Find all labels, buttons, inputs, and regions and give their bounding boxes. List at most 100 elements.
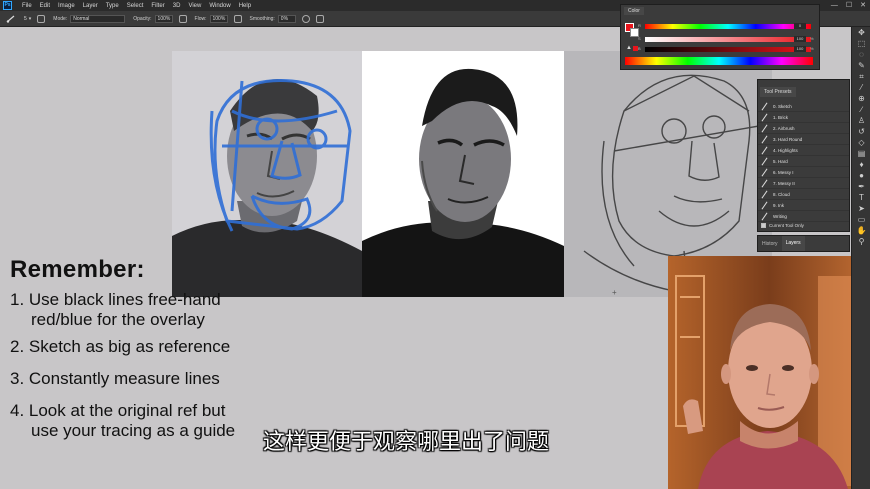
- note-line: 1. Use black lines free-hand: [10, 290, 221, 309]
- healing-icon[interactable]: ⊕: [852, 93, 870, 104]
- brush-icon: [761, 191, 768, 198]
- note-line-continued: red/blue for the overlay: [31, 310, 205, 329]
- mode-option: Mode: Normal: [53, 14, 126, 23]
- brush-icon: [761, 114, 768, 121]
- hue-value[interactable]: 0: [794, 23, 806, 29]
- preset-item[interactable]: 9. Ink: [758, 200, 849, 211]
- preset-item[interactable]: 4. Highlights: [758, 145, 849, 156]
- flow-label: Flow:: [194, 15, 207, 22]
- brush-icon: [761, 202, 768, 209]
- brightness-value[interactable]: 100: [794, 46, 806, 52]
- tab-layers[interactable]: Layers: [781, 236, 805, 251]
- move-icon[interactable]: ✥: [852, 27, 870, 38]
- menu-type[interactable]: Type: [102, 3, 123, 9]
- menu-layer[interactable]: Layer: [79, 3, 102, 9]
- maximize-button[interactable]: ☐: [846, 0, 852, 11]
- preset-item[interactable]: 6. Messy I: [758, 167, 849, 178]
- tab-history[interactable]: History: [758, 241, 782, 247]
- current-tool-only-label: Current Tool Only: [769, 223, 804, 228]
- type-icon[interactable]: T: [852, 192, 870, 203]
- notes-title: Remember:: [10, 256, 145, 283]
- warning-icon: ▲: [626, 45, 632, 51]
- hue-slider[interactable]: [645, 24, 811, 29]
- preset-label: 5. Hard: [773, 158, 788, 164]
- red-slider-label: R: [638, 23, 641, 28]
- window-controls: — ☐ ✕: [831, 0, 866, 11]
- menu-select[interactable]: Select: [123, 3, 148, 9]
- brush-icon: [761, 169, 768, 176]
- preset-item[interactable]: Writing: [758, 211, 849, 222]
- eyedropper-icon[interactable]: ⁄: [852, 82, 870, 93]
- gear-icon[interactable]: [301, 14, 310, 23]
- lasso-icon[interactable]: ◌: [852, 49, 870, 60]
- tool-presets-tab[interactable]: Tool Presets: [760, 87, 796, 97]
- current-tool-only-checkbox[interactable]: Current Tool Only: [761, 223, 804, 228]
- preset-item[interactable]: 2. Airbrush: [758, 123, 849, 134]
- quick-select-icon[interactable]: ✎: [852, 60, 870, 71]
- dodge-icon[interactable]: ●: [852, 170, 870, 181]
- menu-view[interactable]: View: [184, 3, 205, 9]
- blur-icon[interactable]: ♦: [852, 159, 870, 170]
- note-item: 1. Use black lines free-hand red/blue fo…: [10, 290, 610, 330]
- brightness-slider[interactable]: [645, 47, 811, 52]
- brush-size-picker[interactable]: 5 ▾: [24, 16, 31, 22]
- brush-icon[interactable]: ∕: [852, 104, 870, 115]
- history-layers-panel: History Layers: [757, 235, 850, 252]
- menu-file[interactable]: File: [18, 3, 36, 9]
- marquee-icon[interactable]: ⬚: [852, 38, 870, 49]
- preset-label: 8. Cloud: [773, 191, 790, 197]
- photoshop-window: Ps File Edit Image Layer Type Select Fil…: [0, 0, 870, 489]
- saturation-value[interactable]: 100: [794, 36, 806, 42]
- color-panel: Color ▲ R 0 S 100 % B 100 %: [620, 4, 820, 70]
- path-select-icon[interactable]: ➤: [852, 203, 870, 214]
- crosshair-cursor-icon: +: [612, 288, 617, 297]
- brush-icon: [761, 147, 768, 154]
- flow-field[interactable]: 100%: [209, 14, 228, 23]
- pressure-opacity-icon[interactable]: [178, 14, 187, 23]
- color-ramp[interactable]: [625, 57, 813, 65]
- brush-icon: [761, 136, 768, 143]
- preset-item[interactable]: 7. Messy II: [758, 178, 849, 189]
- preset-item[interactable]: 8. Cloud: [758, 189, 849, 200]
- saturation-slider[interactable]: [645, 37, 811, 42]
- flow-option: Flow: 100%: [194, 14, 228, 23]
- color-panel-tab[interactable]: Color: [624, 7, 644, 15]
- preset-item[interactable]: 3. Hard Round: [758, 134, 849, 145]
- close-button[interactable]: ✕: [860, 0, 866, 11]
- smoothing-field[interactable]: 0%: [277, 14, 296, 23]
- hand-icon[interactable]: ✋: [852, 225, 870, 236]
- menu-3d[interactable]: 3D: [169, 3, 185, 9]
- eraser-icon[interactable]: ◇: [852, 137, 870, 148]
- history-brush-icon[interactable]: ↺: [852, 126, 870, 137]
- menu-edit[interactable]: Edit: [36, 3, 54, 9]
- preset-item[interactable]: 0. Sketch: [758, 101, 849, 112]
- shape-icon[interactable]: ▭: [852, 214, 870, 225]
- opacity-field[interactable]: 100%: [154, 14, 173, 23]
- preset-label: 1. Brick: [773, 114, 789, 120]
- note-item: 2. Sketch as big as reference: [10, 337, 610, 357]
- brush-panel-icon[interactable]: [37, 14, 46, 23]
- preset-label: 6. Messy I: [773, 169, 794, 175]
- airbrush-icon[interactable]: [233, 14, 242, 23]
- gradient-icon[interactable]: ▤: [852, 148, 870, 159]
- menu-help[interactable]: Help: [235, 3, 255, 9]
- zoom-icon[interactable]: ⚲: [852, 236, 870, 247]
- preset-item[interactable]: 5. Hard: [758, 156, 849, 167]
- minimize-button[interactable]: —: [831, 0, 838, 11]
- mode-select[interactable]: Normal: [70, 14, 126, 23]
- menu-window[interactable]: Window: [205, 3, 234, 9]
- stamp-icon[interactable]: ♙: [852, 115, 870, 126]
- menu-image[interactable]: Image: [54, 3, 79, 9]
- video-subtitle: 这样更便于观察哪里出了问题: [263, 429, 550, 454]
- brush-icon: [761, 158, 768, 165]
- webcam-overlay: [668, 256, 870, 489]
- preset-item[interactable]: 1. Brick: [758, 112, 849, 123]
- tool-presets-panel: Tool Presets 0. Sketch 1. Brick 2. Airbr…: [757, 79, 850, 232]
- pen-icon[interactable]: ✒: [852, 181, 870, 192]
- pressure-size-icon[interactable]: [315, 14, 324, 23]
- brush-tool-icon[interactable]: [6, 15, 16, 23]
- menu-filter[interactable]: Filter: [147, 3, 168, 9]
- crop-icon[interactable]: ⌗: [852, 71, 870, 82]
- brush-icon: [761, 125, 768, 132]
- preset-label: 0. Sketch: [773, 103, 792, 109]
